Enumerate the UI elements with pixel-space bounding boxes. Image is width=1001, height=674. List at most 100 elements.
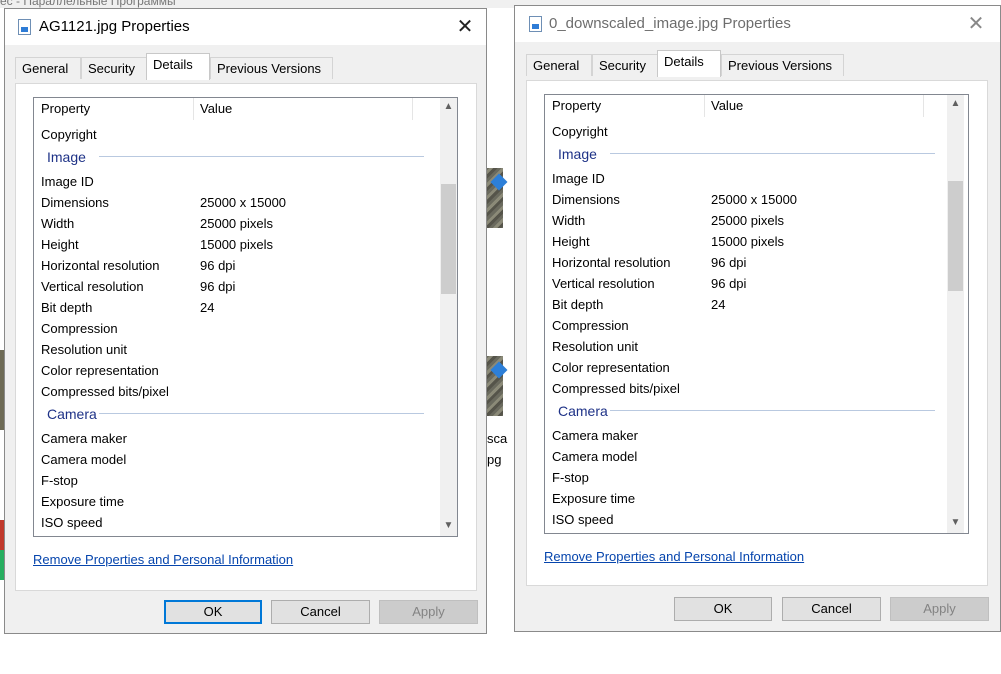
column-header-value[interactable]: Value: [200, 98, 232, 120]
property-name: Compressed bits/pixel: [41, 384, 169, 399]
close-icon[interactable]: ✕: [453, 15, 477, 39]
property-row[interactable]: Exposure time: [552, 488, 937, 509]
cancel-button[interactable]: Cancel: [782, 597, 881, 621]
property-row[interactable]: ISO speed: [552, 509, 937, 530]
property-row[interactable]: Vertical resolution 96 dpi: [41, 276, 426, 297]
cancel-button[interactable]: Cancel: [271, 600, 370, 624]
property-name: Resolution unit: [552, 339, 638, 354]
property-row[interactable]: Bit depth 24: [552, 294, 937, 315]
property-row[interactable]: Horizontal resolution 96 dpi: [552, 252, 937, 273]
remove-properties-link[interactable]: Remove Properties and Personal Informati…: [33, 552, 293, 567]
property-name: Camera maker: [552, 428, 638, 443]
property-row[interactable]: Horizontal resolution 96 dpi: [41, 255, 426, 276]
tab-details[interactable]: Details: [146, 53, 210, 80]
tab-security[interactable]: Security: [592, 54, 658, 76]
file-label[interactable]: sca: [487, 431, 507, 446]
property-row[interactable]: Exposure time: [41, 491, 426, 512]
property-row[interactable]: Resolution unit: [41, 339, 426, 360]
property-row[interactable]: Copyright: [41, 124, 426, 145]
property-row[interactable]: Resolution unit: [552, 336, 937, 357]
scroll-down-icon[interactable]: ▼: [440, 517, 457, 534]
property-row[interactable]: F-stop: [41, 470, 426, 491]
property-name: Image ID: [41, 174, 94, 189]
property-row[interactable]: Compressed bits/pixel: [552, 378, 937, 399]
property-row[interactable]: Dimensions 25000 x 15000: [552, 189, 937, 210]
property-name: F-stop: [41, 473, 78, 488]
property-name: Height: [41, 237, 79, 252]
property-value: 96 dpi: [711, 276, 747, 291]
tab-previous-versions[interactable]: Previous Versions: [210, 57, 333, 79]
property-row[interactable]: Height 15000 pixels: [41, 234, 426, 255]
property-row[interactable]: Color representation: [41, 360, 426, 381]
property-row[interactable]: Camera model: [552, 446, 937, 467]
property-name: Compression: [41, 321, 118, 336]
property-value: 24: [200, 300, 215, 315]
tab-security[interactable]: Security: [81, 57, 147, 79]
tab-previous-versions[interactable]: Previous Versions: [721, 54, 844, 76]
dialog-titlebar[interactable]: 0_downscaled_image.jpg Properties ✕: [515, 6, 1000, 42]
ok-button[interactable]: OK: [674, 597, 772, 621]
property-row[interactable]: Compression: [41, 318, 426, 339]
property-name: Camera model: [552, 449, 638, 464]
property-row[interactable]: Camera maker: [41, 428, 426, 449]
property-row[interactable]: Width 25000 pixels: [552, 210, 937, 231]
property-row[interactable]: Camera model: [41, 449, 426, 470]
apply-button[interactable]: Apply: [890, 597, 989, 621]
group-header: Image: [47, 149, 86, 165]
column-divider[interactable]: [193, 98, 194, 120]
background-window-title: ес - Параллельные Программы: [0, 0, 176, 8]
property-row[interactable]: Width 25000 pixels: [41, 213, 426, 234]
property-value: 25000 x 15000: [200, 195, 287, 210]
property-name: Copyright: [552, 124, 608, 139]
property-row[interactable]: Bit depth 24: [41, 297, 426, 318]
property-row[interactable]: Copyright: [552, 121, 937, 142]
ok-button[interactable]: OK: [164, 600, 262, 624]
property-row[interactable]: Camera maker: [552, 425, 937, 446]
group-divider: [610, 410, 935, 411]
group-divider: [99, 413, 424, 414]
scroll-down-icon[interactable]: ▼: [947, 514, 964, 531]
property-name: Exposure time: [41, 494, 125, 509]
property-row[interactable]: Height 15000 pixels: [552, 231, 937, 252]
scroll-up-icon[interactable]: ▲: [947, 95, 964, 112]
property-row[interactable]: Color representation: [552, 357, 937, 378]
group-divider: [610, 153, 935, 154]
column-header-value[interactable]: Value: [711, 95, 743, 117]
property-row[interactable]: ISO speed: [41, 512, 426, 533]
property-name: Dimensions: [41, 195, 109, 210]
details-panel: Property Value Copyright Image Image ID Dim…: [15, 83, 477, 591]
remove-properties-link[interactable]: Remove Properties and Personal Informati…: [544, 549, 804, 564]
property-row[interactable]: Compression: [552, 315, 937, 336]
group-header: Image: [558, 146, 597, 162]
scroll-up-icon[interactable]: ▲: [440, 98, 457, 115]
dialog-titlebar[interactable]: AG1121.jpg Properties ✕: [5, 9, 486, 45]
tab-general[interactable]: General: [526, 54, 592, 76]
property-row[interactable]: Vertical resolution 96 dpi: [552, 273, 937, 294]
property-row[interactable]: Dimensions 25000 x 15000: [41, 192, 426, 213]
close-icon[interactable]: ✕: [964, 12, 988, 36]
property-name: Color representation: [552, 360, 670, 375]
apply-button[interactable]: Apply: [379, 600, 478, 624]
dialog-title: 0_downscaled_image.jpg Properties: [549, 15, 791, 32]
property-row[interactable]: Compressed bits/pixel: [41, 381, 426, 402]
column-header-property[interactable]: Property: [552, 95, 601, 117]
properties-list[interactable]: Property Value Copyright Image Image ID Dim…: [33, 97, 458, 537]
property-row[interactable]: F-stop: [552, 467, 937, 488]
column-header-property[interactable]: Property: [41, 98, 90, 120]
scrollbar-thumb[interactable]: [948, 181, 963, 291]
property-value: 15000 pixels: [711, 234, 784, 249]
file-label[interactable]: pg: [487, 452, 501, 467]
property-row[interactable]: Image ID: [552, 168, 937, 189]
column-divider[interactable]: [704, 95, 705, 117]
column-divider[interactable]: [923, 95, 924, 117]
properties-list[interactable]: Property Value Copyright Image Image ID Dim…: [544, 94, 969, 534]
tab-general[interactable]: General: [15, 57, 81, 79]
vertical-scrollbar[interactable]: ▲ ▼: [440, 98, 457, 536]
property-name: Image ID: [552, 171, 605, 186]
tab-details[interactable]: Details: [657, 50, 721, 77]
properties-dialog: 0_downscaled_image.jpg Properties ✕ Gene…: [514, 5, 1001, 632]
scrollbar-thumb[interactable]: [441, 184, 456, 294]
property-row[interactable]: Image ID: [41, 171, 426, 192]
vertical-scrollbar[interactable]: ▲ ▼: [947, 95, 964, 533]
column-divider[interactable]: [412, 98, 413, 120]
